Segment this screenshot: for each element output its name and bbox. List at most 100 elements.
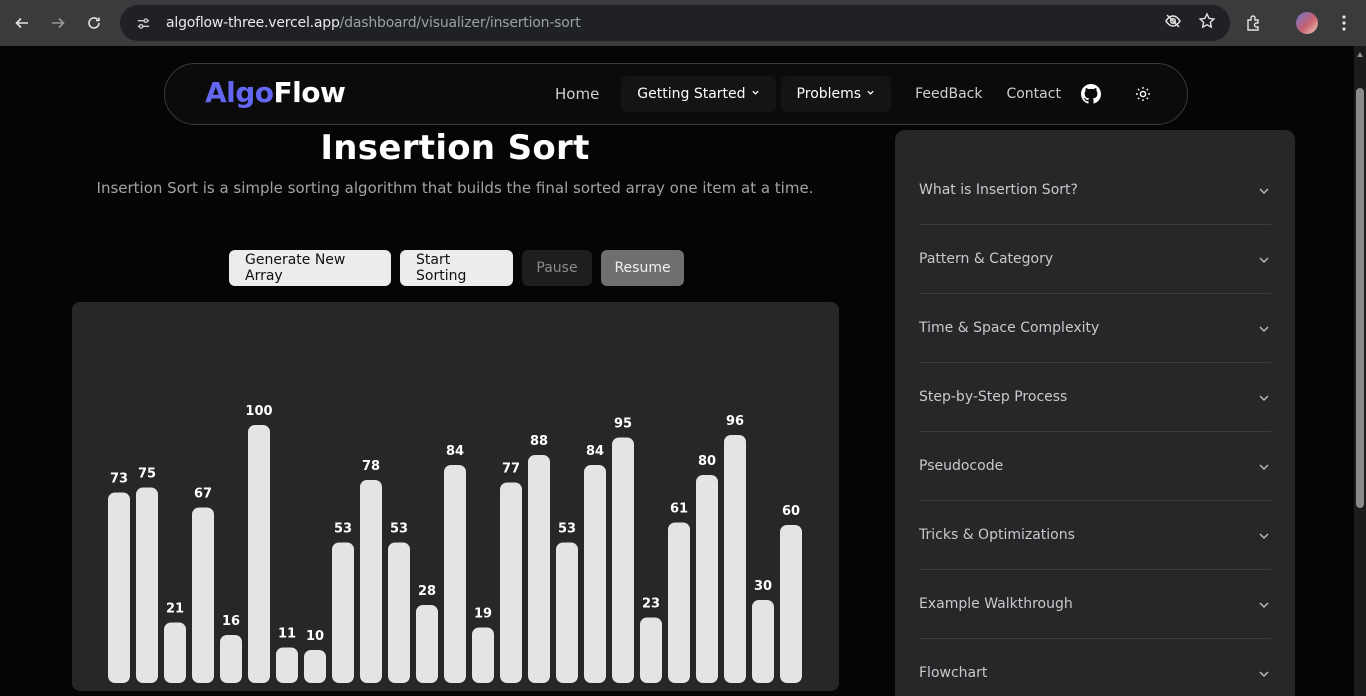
logo-algo: Algo xyxy=(205,76,274,109)
accordion-pseudocode[interactable]: Pseudocode xyxy=(919,432,1271,501)
theme-sun-icon[interactable] xyxy=(1125,76,1161,112)
logo-flow: Flow xyxy=(273,76,346,109)
url-text: algoflow-three.vercel.app/dashboard/visu… xyxy=(166,15,581,31)
scrollbar-thumb[interactable] xyxy=(1356,88,1364,508)
chevron-down-icon xyxy=(866,88,875,100)
bar-value-label: 19 xyxy=(474,607,492,622)
nav-feedback[interactable]: FeedBack xyxy=(903,76,994,112)
bar-value-label: 75 xyxy=(138,467,156,482)
array-bar xyxy=(388,542,410,683)
array-bar xyxy=(304,650,326,683)
accordion-tricks[interactable]: Tricks & Optimizations xyxy=(919,501,1271,570)
chevron-down-icon xyxy=(1257,183,1271,197)
accordion-flowchart[interactable]: Flowchart xyxy=(919,639,1271,696)
navbar: AlgoFlow Home Getting Started Problems F… xyxy=(164,63,1188,125)
github-icon[interactable] xyxy=(1073,76,1109,112)
array-bar xyxy=(192,507,214,683)
profile-avatar[interactable] xyxy=(1289,5,1325,41)
accordion-example[interactable]: Example Walkthrough xyxy=(919,570,1271,639)
bookmark-star-icon[interactable] xyxy=(1198,12,1216,34)
array-bar xyxy=(556,542,578,683)
accordion-label: Time & Space Complexity xyxy=(919,320,1100,336)
accordion-label: Example Walkthrough xyxy=(919,596,1073,612)
bar-value-label: 16 xyxy=(222,614,240,629)
reload-icon[interactable] xyxy=(76,5,112,41)
menu-kebab-icon[interactable] xyxy=(1326,5,1362,41)
array-bar xyxy=(612,437,634,683)
nav-getting-started-label: Getting Started xyxy=(637,86,746,102)
bar-value-label: 100 xyxy=(245,404,272,419)
address-bar[interactable]: algoflow-three.vercel.app/dashboard/visu… xyxy=(120,5,1230,41)
accordion-label: Pseudocode xyxy=(919,458,1004,474)
page-title: Insertion Sort xyxy=(320,128,590,168)
array-bar xyxy=(416,605,438,683)
bar-value-label: 30 xyxy=(754,579,772,594)
bar-value-label: 23 xyxy=(642,597,660,612)
page-subtitle: Insertion Sort is a simple sorting algor… xyxy=(96,179,814,197)
bar-value-label: 78 xyxy=(362,459,380,474)
chevron-down-icon xyxy=(1257,459,1271,473)
nav-home[interactable]: Home xyxy=(543,76,611,112)
extensions-icon[interactable] xyxy=(1236,5,1272,41)
bar-value-label: 88 xyxy=(530,434,548,449)
chevron-down-icon xyxy=(1257,528,1271,542)
bar-value-label: 84 xyxy=(586,444,604,459)
scroll-up-arrow-icon[interactable] xyxy=(1357,52,1363,57)
nav-contact[interactable]: Contact xyxy=(994,76,1072,112)
bar-value-label: 21 xyxy=(166,602,184,617)
bar-value-label: 84 xyxy=(446,444,464,459)
nav-getting-started[interactable]: Getting Started xyxy=(621,76,776,112)
bar-value-label: 67 xyxy=(194,487,212,502)
array-bar xyxy=(332,542,354,683)
info-sidebar: What is Insertion Sort? Pattern & Catego… xyxy=(895,130,1295,696)
bar-value-label: 96 xyxy=(726,414,744,429)
array-bar xyxy=(668,522,690,683)
generate-array-button[interactable]: Generate New Array xyxy=(229,250,391,286)
accordion-what-is[interactable]: What is Insertion Sort? xyxy=(919,156,1271,225)
bar-value-label: 73 xyxy=(110,472,128,487)
array-bar xyxy=(528,455,550,683)
bar-value-label: 80 xyxy=(698,454,716,469)
page: AlgoFlow Home Getting Started Problems F… xyxy=(0,46,1354,696)
array-bar xyxy=(584,465,606,683)
bar-value-label: 77 xyxy=(502,462,520,477)
site-settings-icon[interactable] xyxy=(130,10,156,36)
logo[interactable]: AlgoFlow xyxy=(205,76,346,109)
chevron-down-icon xyxy=(1257,390,1271,404)
array-bar xyxy=(108,492,130,683)
eye-off-icon[interactable] xyxy=(1164,12,1182,34)
nav-problems-label: Problems xyxy=(796,86,862,102)
array-bar xyxy=(248,425,270,683)
array-bar xyxy=(752,600,774,683)
accordion-complexity[interactable]: Time & Space Complexity xyxy=(919,294,1271,363)
chevron-down-icon xyxy=(1257,666,1271,680)
array-bar xyxy=(696,475,718,683)
array-bar xyxy=(164,622,186,683)
browser-toolbar: algoflow-three.vercel.app/dashboard/visu… xyxy=(0,0,1366,46)
pause-button[interactable]: Pause xyxy=(522,250,592,286)
array-bar xyxy=(444,465,466,683)
accordion-pattern-category[interactable]: Pattern & Category xyxy=(919,225,1271,294)
url-host: algoflow-three.vercel.app xyxy=(166,15,340,31)
bar-value-label: 28 xyxy=(418,584,436,599)
accordion-step-by-step[interactable]: Step-by-Step Process xyxy=(919,363,1271,432)
array-bar xyxy=(724,435,746,683)
array-bar xyxy=(780,525,802,683)
forward-icon[interactable] xyxy=(40,5,76,41)
url-path: /dashboard/visualizer/insertion-sort xyxy=(339,15,581,31)
array-bar xyxy=(360,480,382,683)
resume-button[interactable]: Resume xyxy=(601,250,684,286)
page-scrollbar[interactable] xyxy=(1354,46,1366,696)
bar-visualizer: 73 75 21 67 16 100 11 10 53 78 53 28 84 19 77 88 53 84 95 2… xyxy=(72,302,839,691)
accordion-label: Pattern & Category xyxy=(919,251,1054,267)
start-sorting-button[interactable]: Start Sorting xyxy=(400,250,513,286)
bar-value-label: 61 xyxy=(670,502,688,517)
array-bar xyxy=(500,482,522,683)
array-bar xyxy=(640,617,662,683)
nav-problems[interactable]: Problems xyxy=(780,76,892,112)
back-icon[interactable] xyxy=(4,5,40,41)
chevron-down-icon xyxy=(1257,252,1271,266)
array-bar xyxy=(220,635,242,683)
bar-value-label: 11 xyxy=(278,627,296,642)
bar-chart-svg: 73 75 21 67 16 100 11 10 53 78 53 28 84 19 77 88 53 84 95 2… xyxy=(108,404,802,683)
